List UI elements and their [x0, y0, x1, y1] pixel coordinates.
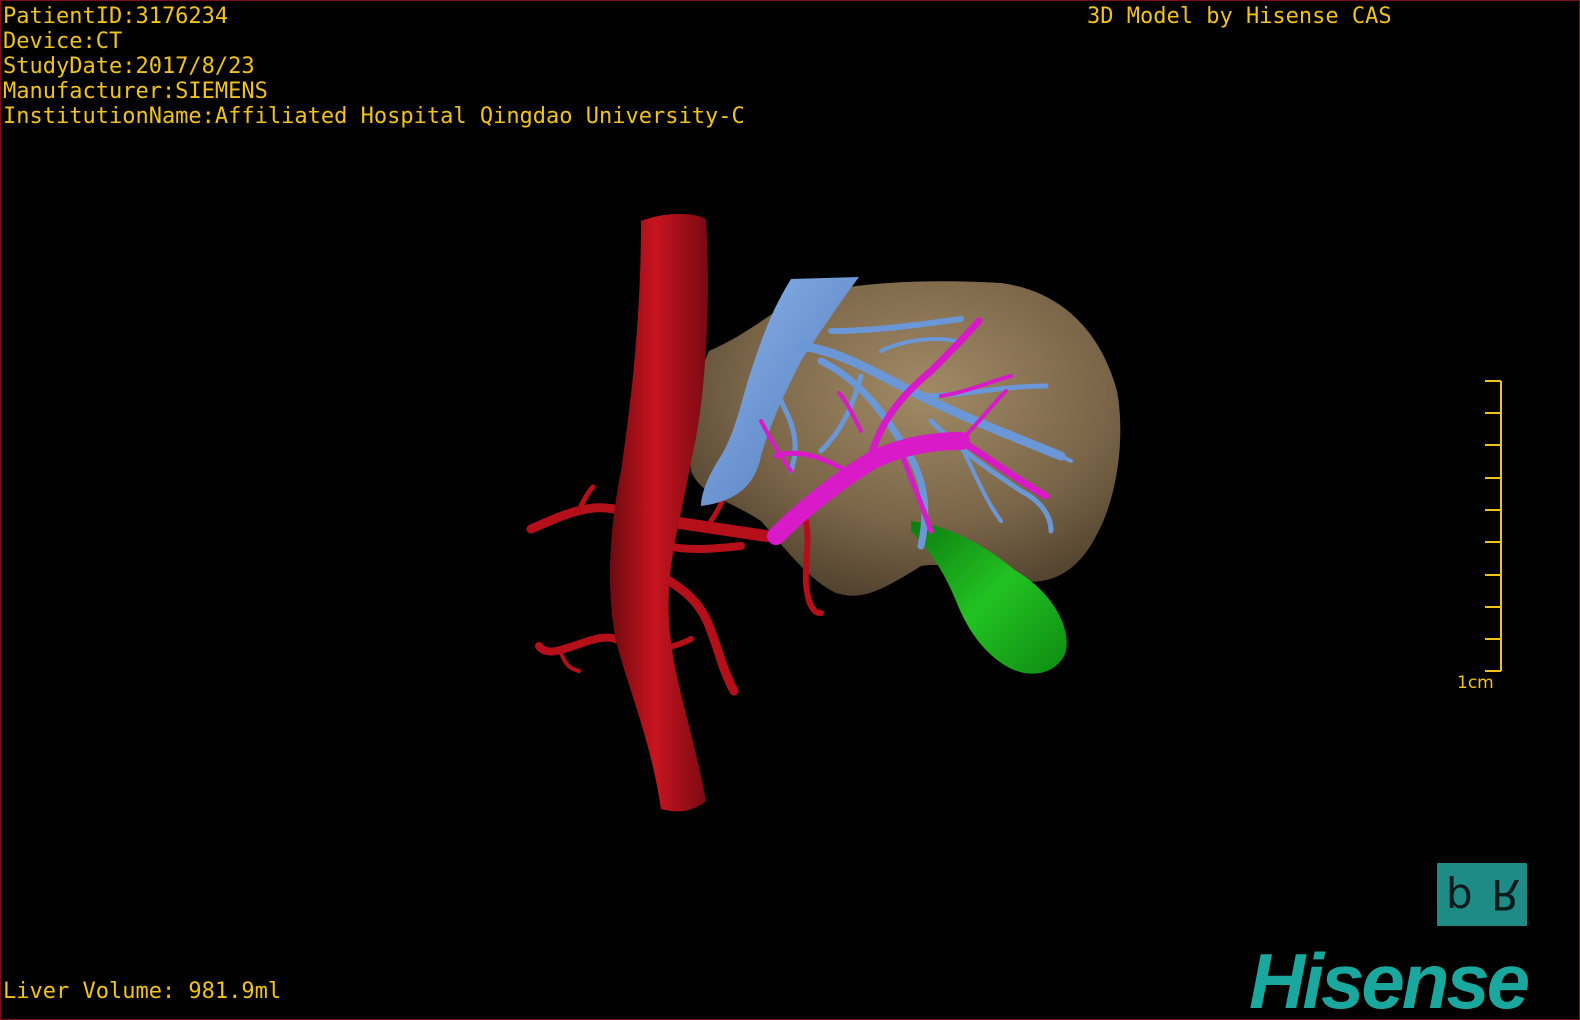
orientation-left-glyph: d	[1446, 869, 1473, 918]
patient-id-text: PatientID:3176234	[3, 4, 229, 29]
manufacturer-text: Manufacturer:SIEMENS	[3, 79, 268, 104]
scale-bar	[1485, 380, 1502, 672]
institution-text: InstitutionName:Affiliated Hospital Qing…	[3, 104, 745, 129]
aorta	[609, 213, 708, 812]
hisense-logo: Hisense	[1249, 937, 1530, 1020]
liver-volume-text: Liver Volume: 981.9ml	[3, 979, 282, 1004]
3d-viewport[interactable]: PatientID:3176234 Device:CT StudyDate:20…	[0, 0, 1580, 1020]
model-credit-text: 3D Model by Hisense CAS	[1087, 4, 1392, 29]
study-date-text: StudyDate:2017/8/23	[3, 54, 255, 79]
orientation-cube[interactable]: d R	[1437, 863, 1527, 926]
scale-bar-label: 1cm	[1457, 673, 1494, 693]
orientation-right-glyph: R	[1491, 870, 1521, 919]
3d-anatomy-model[interactable]	[1, 1, 1579, 1019]
device-text: Device:CT	[3, 29, 123, 54]
